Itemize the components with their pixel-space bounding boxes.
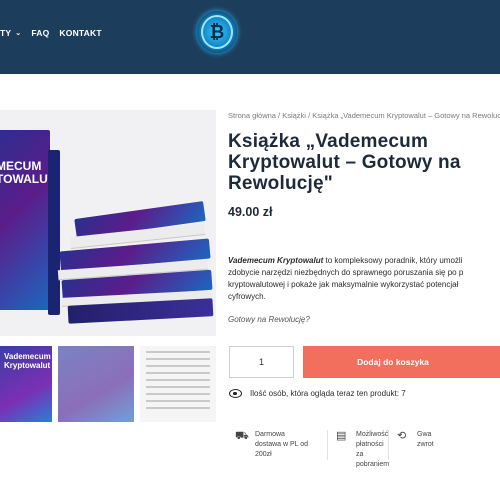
feature-free-delivery: ⛟ Darmowa dostawa w PL od 200zł — [235, 430, 335, 470]
eye-icon — [229, 389, 242, 398]
product-tagline: Gotowy na Rewolucję? — [228, 315, 310, 324]
feature-list: ⛟ Darmowa dostawa w PL od 200zł ▤ Możliw… — [235, 430, 500, 470]
feature-cash-on-delivery: ▤ Możliwość płatności za pobraniem — [336, 430, 396, 470]
feature-divider — [388, 430, 389, 460]
feature-guarantee: ⟲ Gwa zwrot — [397, 430, 497, 470]
description-bold: Vademecum Kryptowalut — [228, 256, 324, 265]
thumbnail-1[interactable]: Vademecum Kryptowalut — [0, 346, 52, 422]
add-to-cart-button[interactable]: Dodaj do koszyka — [303, 346, 500, 378]
description-line-3: kryptowalutowej i pokaże jak maksymalnie… — [228, 280, 459, 289]
feature-text: Gwa zwrot — [417, 431, 434, 448]
site-header: TY ⌄ FAQ KONTAKT ₿ — [0, 0, 500, 74]
add-to-cart-label: Dodaj do koszyka — [357, 357, 429, 367]
cash-icon: ▤ — [336, 430, 347, 442]
chevron-down-icon: ⌄ — [15, 30, 22, 37]
feature-divider — [327, 430, 328, 460]
nav-item-products[interactable]: TY ⌄ — [0, 28, 21, 38]
thumbnail-2[interactable] — [58, 346, 134, 422]
feature-text: Możliwość płatności za pobraniem — [356, 431, 390, 468]
truck-icon: ⛟ — [235, 430, 249, 442]
book-cover-title: MECUM TOWALUT — [0, 159, 56, 186]
return-icon: ⟲ — [397, 430, 407, 442]
description-line-2: zdobycie narzędzi niezbędnych do sprawne… — [228, 268, 464, 277]
product-price: 49.00 zł — [228, 205, 273, 219]
book-spine — [48, 150, 60, 315]
breadcrumb: Strona główna / Książki / Książka „Vadem… — [228, 111, 500, 120]
thumbnail-3[interactable] — [140, 346, 216, 422]
product-description: Vademecum Kryptowalut to kompleksowy por… — [228, 255, 500, 303]
quantity-value: 1 — [258, 357, 264, 367]
breadcrumb-books[interactable]: Książki — [282, 111, 306, 120]
quantity-input[interactable]: 1 — [229, 346, 294, 378]
nav-item-label: KONTAKT — [59, 28, 102, 38]
product-main-image[interactable]: MECUM TOWALUT — [0, 110, 216, 336]
breadcrumb-home[interactable]: Strona główna — [228, 111, 276, 120]
nav-item-contact[interactable]: KONTAKT — [59, 28, 101, 38]
book-cover-front: MECUM TOWALUT — [0, 130, 56, 310]
description-line-1: to kompleksowy poradnik, który umożli — [323, 256, 463, 265]
nav-item-faq[interactable]: FAQ — [31, 28, 49, 38]
description-line-4: cyfrowych. — [228, 292, 266, 301]
nav-item-label: FAQ — [31, 28, 50, 38]
thumbnail-title: Vademecum Kryptowalut — [4, 352, 51, 370]
main-nav: TY ⌄ FAQ KONTAKT — [0, 28, 102, 38]
nav-item-label: TY — [0, 28, 12, 38]
breadcrumb-current: Książka „Vademecum Kryptowalut – Gotowy … — [312, 111, 500, 120]
feature-text: Darmowa dostawa w PL od 200zł — [255, 431, 309, 458]
logo-ring — [201, 15, 233, 49]
thumbnail-strip: Vademecum Kryptowalut — [0, 346, 216, 422]
thumbnail-page-lines — [140, 351, 216, 409]
viewers-text: Ilość osób, która ogląda teraz ten produ… — [250, 389, 406, 398]
product-title: Książka „Vademecum Kryptowalut – Gotowy … — [228, 131, 461, 194]
live-viewers: Ilość osób, która ogląda teraz ten produ… — [229, 389, 406, 398]
